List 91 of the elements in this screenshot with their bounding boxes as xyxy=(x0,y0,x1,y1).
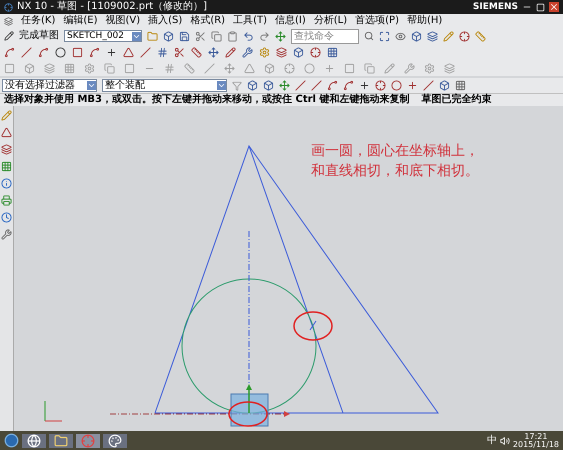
menu-item[interactable]: 帮助(H) xyxy=(406,16,442,26)
status-prompt: 选择对象并使用 MB3，或双击。按下左键并拖动来移动，或按住 Ctrl 键和左键拖动来复制 xyxy=(4,95,410,105)
folder-icon[interactable] xyxy=(147,30,158,42)
clock-date: 2015/11/18 xyxy=(512,440,559,448)
dropdown-arrow-icon[interactable] xyxy=(132,32,141,40)
start-icon[interactable] xyxy=(4,433,19,448)
pencil-icon[interactable] xyxy=(443,30,454,42)
cube-icon[interactable] xyxy=(247,80,258,91)
app-icon[interactable] xyxy=(22,434,46,448)
ime-indicator[interactable]: 中 xyxy=(486,436,497,446)
pencil-icon[interactable] xyxy=(225,47,236,58)
line-icon[interactable] xyxy=(21,47,32,58)
layers-icon[interactable] xyxy=(1,144,12,155)
cube-icon[interactable] xyxy=(163,30,174,42)
search-icon[interactable] xyxy=(364,31,374,41)
layers-icon[interactable] xyxy=(427,30,438,42)
menu-item[interactable]: 视图(V) xyxy=(106,16,140,26)
move-icon[interactable] xyxy=(208,47,219,58)
palette-icon[interactable] xyxy=(103,434,127,448)
wrench-icon[interactable] xyxy=(242,47,253,58)
grid-icon[interactable] xyxy=(1,161,12,172)
menu-item[interactable]: 分析(L) xyxy=(314,16,348,26)
line-icon[interactable] xyxy=(423,80,434,91)
polygon-icon[interactable] xyxy=(123,47,134,58)
layers-icon[interactable] xyxy=(276,47,287,58)
spline-icon[interactable] xyxy=(4,47,15,58)
redo-icon[interactable] xyxy=(259,30,270,42)
clipboard-icon[interactable] xyxy=(227,30,238,42)
app-icon xyxy=(4,2,13,12)
search-field[interactable]: 查找命令 xyxy=(291,28,359,44)
point-icon[interactable] xyxy=(407,80,418,91)
grid-icon[interactable] xyxy=(455,80,466,91)
clock-time: 17:21 xyxy=(524,432,548,440)
line-icon[interactable] xyxy=(311,80,322,91)
dropdown-arrow-icon[interactable] xyxy=(87,81,96,90)
grid-icon[interactable] xyxy=(157,47,168,58)
crosshair-icon[interactable] xyxy=(310,47,321,58)
move-icon[interactable] xyxy=(275,30,286,42)
clock-icon[interactable] xyxy=(1,212,12,223)
menu-item[interactable]: 首选项(P) xyxy=(355,16,399,26)
point-icon[interactable] xyxy=(359,80,370,91)
circle-icon[interactable] xyxy=(55,47,66,58)
ruler-icon[interactable] xyxy=(475,30,486,42)
filter-dropdown[interactable]: 没有选择过滤器 xyxy=(2,79,97,92)
finish-sketch-button[interactable]: 完成草图 xyxy=(19,31,59,41)
circle-icon[interactable] xyxy=(391,80,402,91)
line-icon[interactable] xyxy=(295,80,306,91)
info-icon[interactable] xyxy=(1,178,12,189)
gear-icon[interactable] xyxy=(259,47,270,58)
cube-icon[interactable] xyxy=(263,80,274,91)
annotation-text: 画一圆，圆心在坐标轴上， xyxy=(311,144,479,158)
rectangle-icon[interactable] xyxy=(72,47,83,58)
crosshair-icon[interactable] xyxy=(375,80,386,91)
menu-item[interactable]: 任务(K) xyxy=(21,16,56,26)
cube-icon[interactable] xyxy=(411,30,422,42)
fit-view-icon[interactable] xyxy=(379,30,390,42)
sketch-dropdown[interactable]: SKETCH_002 xyxy=(64,30,142,42)
point-icon[interactable] xyxy=(106,47,117,58)
menu-item[interactable]: 格式(R) xyxy=(190,16,226,26)
menu-item[interactable]: 插入(S) xyxy=(148,16,182,26)
dropdown-arrow-icon[interactable] xyxy=(217,81,226,90)
annotation-text: 和直线相切，和底下相切。 xyxy=(311,164,479,178)
copy-icon[interactable] xyxy=(211,30,222,42)
status-message: 草图已完全约束 xyxy=(421,95,492,105)
close-icon[interactable] xyxy=(549,2,559,12)
undo-icon[interactable] xyxy=(243,30,254,42)
scope-dropdown[interactable]: 整个装配 xyxy=(102,79,227,92)
crosshair-icon[interactable] xyxy=(459,30,470,42)
menu-item[interactable]: 编辑(E) xyxy=(63,16,98,26)
arc-icon[interactable] xyxy=(38,47,49,58)
brand-logo: SIEMENS xyxy=(472,2,518,12)
save-icon[interactable] xyxy=(179,30,190,42)
maximize-icon[interactable] xyxy=(536,2,545,12)
curve-icon[interactable] xyxy=(327,80,338,91)
cube-icon[interactable] xyxy=(439,80,450,91)
window-title: NX 10 - 草图 - [1109002.prt（修改的）] xyxy=(17,2,208,12)
volume-icon[interactable] xyxy=(500,436,510,446)
move-icon[interactable] xyxy=(279,80,290,91)
grid-icon[interactable] xyxy=(327,47,338,58)
triangle-icon[interactable] xyxy=(1,127,12,138)
scissors-icon[interactable] xyxy=(195,30,206,42)
wrench-icon[interactable] xyxy=(1,229,12,240)
dimension-icon[interactable] xyxy=(191,47,202,58)
folder-icon[interactable] xyxy=(49,434,73,448)
menu-item[interactable]: 工具(T) xyxy=(233,16,267,26)
cube-icon[interactable] xyxy=(293,47,304,58)
pencil-icon[interactable] xyxy=(1,110,12,121)
menu-item[interactable]: 信息(I) xyxy=(275,16,306,26)
view-icon[interactable] xyxy=(395,30,406,42)
curve-icon[interactable] xyxy=(89,47,100,58)
spline-icon[interactable] xyxy=(343,80,354,91)
